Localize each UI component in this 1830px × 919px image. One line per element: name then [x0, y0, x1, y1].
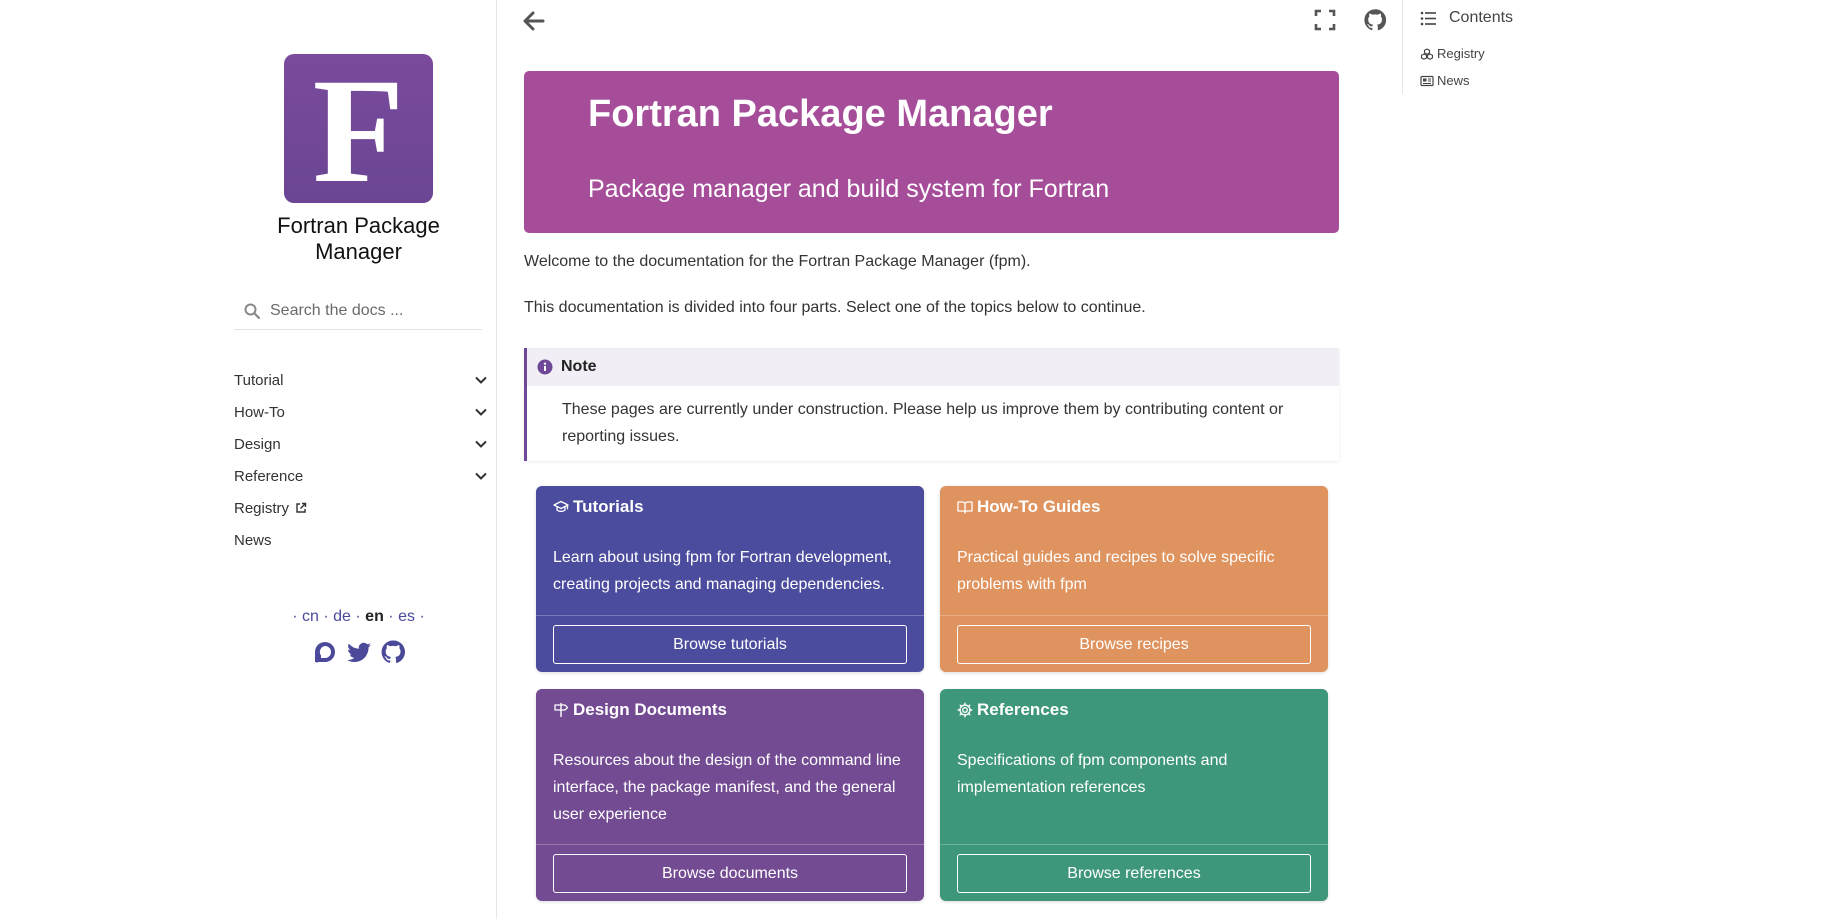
- note-title: Note: [561, 358, 597, 375]
- sidebar-item-label: Registry: [234, 499, 290, 517]
- note-text: These pages are currently under construc…: [562, 401, 1284, 445]
- sidebar-item-label: Reference: [234, 467, 304, 485]
- card-title: Design Documents: [573, 700, 727, 719]
- card-header: References: [940, 689, 1328, 731]
- sidebar-item-registry[interactable]: Registry: [234, 492, 490, 524]
- card-title: How-To Guides: [977, 497, 1101, 516]
- toc-item-label: News: [1437, 73, 1470, 88]
- sidebar-item-tutorial[interactable]: Tutorial: [234, 364, 490, 396]
- search-input[interactable]: [270, 302, 470, 320]
- sidebar-item-label: News: [234, 531, 272, 549]
- toc-item-registry[interactable]: Registry: [1420, 46, 1485, 61]
- list-icon: [1420, 11, 1436, 25]
- lang-link-de[interactable]: de: [333, 608, 351, 625]
- chevron-down-icon[interactable]: [474, 437, 488, 451]
- lang-sep: ·: [323, 608, 329, 625]
- card-text: Learn about using fpm for Fortran develo…: [553, 549, 892, 593]
- info-icon: [537, 359, 553, 375]
- external-link-icon: [296, 502, 307, 513]
- lang-sep: ·: [355, 608, 361, 625]
- sidebar-item-how-to[interactable]: How-To: [234, 396, 490, 428]
- card-header: Tutorials: [536, 486, 924, 528]
- card-footer: Browse recipes: [940, 615, 1328, 672]
- sidebar-item-label: How-To: [234, 403, 285, 421]
- browse-recipes-button[interactable]: Browse recipes: [957, 625, 1311, 664]
- card-tutorials: Tutorials Learn about using fpm for Fort…: [536, 486, 924, 672]
- intro-paragraph: Welcome to the documentation for the For…: [524, 253, 1031, 270]
- card-text: Specifications of fpm components and imp…: [957, 752, 1228, 796]
- lang-current-en: en: [365, 608, 384, 625]
- toc-title: Contents: [1449, 9, 1514, 26]
- gear-icon: [957, 702, 973, 718]
- card-references: References Specifications of fpm compone…: [940, 689, 1328, 901]
- sidebar-item-label: Design: [234, 435, 281, 453]
- toc-item-news[interactable]: News: [1420, 73, 1470, 88]
- search-box[interactable]: [234, 293, 482, 330]
- sidebar-item-label: Tutorial: [234, 371, 284, 389]
- card-header: Design Documents: [536, 689, 924, 731]
- toc-header: Contents: [1420, 9, 1513, 27]
- book-open-icon: [957, 501, 973, 514]
- lang-sep: ·: [419, 608, 425, 625]
- chevron-down-icon[interactable]: [474, 469, 488, 483]
- browse-documents-button[interactable]: Browse documents: [553, 854, 907, 893]
- hero-subtitle: Package manager and build system for For…: [588, 175, 1110, 203]
- note-header: Note: [527, 348, 1339, 386]
- github-icon[interactable]: [1362, 7, 1388, 33]
- signpost-icon: [554, 703, 569, 717]
- intro-paragraph: This documentation is divided into four …: [524, 299, 1146, 316]
- card-how-to-guides: How-To Guides Practical guides and recip…: [940, 486, 1328, 672]
- card-design-documents: Design Documents Resources about the des…: [536, 689, 924, 901]
- card-title: Tutorials: [573, 497, 644, 516]
- hero-title: Fortran Package Manager: [588, 93, 1053, 135]
- browse-references-button[interactable]: Browse references: [957, 854, 1311, 893]
- hero-banner: Fortran Package Manager Package manager …: [524, 71, 1339, 233]
- chevron-down-icon[interactable]: [474, 373, 488, 387]
- discourse-icon[interactable]: [311, 638, 339, 666]
- language-switcher: · cn · de · en · es ·: [250, 608, 467, 626]
- browse-tutorials-button[interactable]: Browse tutorials: [553, 625, 907, 664]
- left-sidebar: F Fortran Package Manager Tutorial How-T…: [0, 0, 497, 919]
- logo-letter: F: [312, 47, 405, 214]
- github-icon[interactable]: [379, 638, 407, 666]
- social-links: [250, 638, 467, 666]
- arrow-left-icon[interactable]: [521, 8, 547, 34]
- lang-link-cn[interactable]: cn: [302, 608, 319, 625]
- newspaper-icon: [1420, 75, 1434, 86]
- table-of-contents: Contents Registry News: [1402, 0, 1702, 94]
- lang-link-es[interactable]: es: [398, 608, 415, 625]
- toc-item-label: Registry: [1437, 46, 1485, 61]
- chevron-down-icon[interactable]: [474, 405, 488, 419]
- sidebar-item-label-wrap: Registry: [234, 500, 307, 517]
- sidebar-item-news[interactable]: News: [234, 524, 490, 556]
- fpm-logo[interactable]: F: [284, 47, 433, 214]
- twitter-icon[interactable]: [345, 638, 373, 666]
- note-admonition: Note These pages are currently under con…: [524, 348, 1339, 461]
- cubes-icon: [1420, 47, 1434, 60]
- sidebar-item-reference[interactable]: Reference: [234, 460, 490, 492]
- search-icon: [244, 303, 260, 319]
- card-title: References: [977, 700, 1069, 719]
- card-text: Resources about the design of the comman…: [553, 752, 901, 823]
- card-footer: Browse tutorials: [536, 615, 924, 672]
- card-header: How-To Guides: [940, 486, 1328, 528]
- sidebar-nav: Tutorial How-To Design Reference Registr…: [234, 364, 490, 556]
- fullscreen-icon[interactable]: [1313, 8, 1337, 32]
- card-footer: Browse references: [940, 844, 1328, 901]
- card-footer: Browse documents: [536, 844, 924, 901]
- site-title[interactable]: Fortran Package Manager: [250, 213, 467, 265]
- graduation-cap-icon: [553, 500, 569, 513]
- card-text: Practical guides and recipes to solve sp…: [957, 549, 1275, 593]
- lang-sep: ·: [388, 608, 394, 625]
- sidebar-item-design[interactable]: Design: [234, 428, 490, 460]
- lang-sep: ·: [292, 608, 298, 625]
